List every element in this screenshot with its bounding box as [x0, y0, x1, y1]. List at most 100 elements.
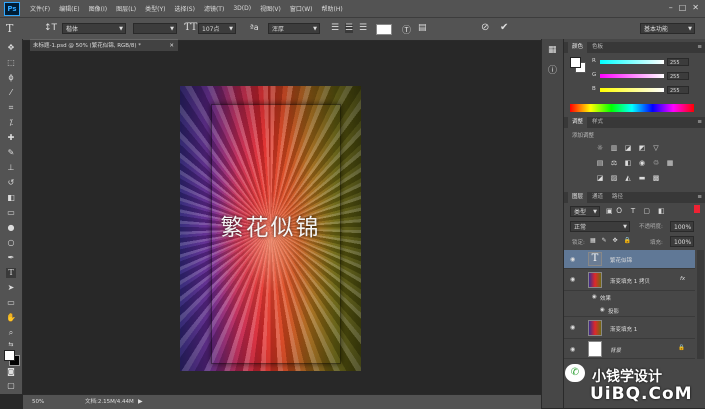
color-balance-icon[interactable]: ⚖	[610, 159, 618, 167]
brightness-icon[interactable]: ☼	[596, 144, 604, 152]
canvas-title-text[interactable]: 繁花似锦	[180, 208, 361, 242]
brush-tool-icon[interactable]: ✎	[6, 148, 16, 158]
history-panel-icon[interactable]: ▦	[548, 45, 557, 55]
lock-icons[interactable]: ▦ ✎ ✥ 🔒	[590, 237, 633, 244]
crop-tool-icon[interactable]: ⌗	[6, 103, 16, 113]
history-brush-tool-icon[interactable]: ↺	[6, 178, 16, 188]
warp-text-icon[interactable]: Ⓣ	[402, 23, 411, 36]
screen-mode-icon[interactable]: ▢	[6, 381, 16, 391]
panel-menu-icon[interactable]: ≡	[697, 42, 702, 53]
visibility-eye-icon[interactable]: ◉	[570, 324, 575, 331]
align-left-icon[interactable]: ☰	[331, 23, 339, 33]
layer-effect-shadow-row[interactable]: ◉ 投影	[564, 304, 695, 317]
text-color-swatch[interactable]	[376, 24, 392, 35]
healing-brush-tool-icon[interactable]: ✚	[6, 133, 16, 143]
quick-mask-icon[interactable]: ◙	[6, 367, 16, 377]
text-orientation-icon[interactable]: ↕T	[44, 23, 57, 33]
color-spectrum-bar[interactable]	[570, 104, 694, 112]
blur-tool-icon[interactable]: ●	[6, 223, 16, 233]
effects-eye-icon[interactable]: ◉	[592, 294, 597, 300]
workspace-select[interactable]: 基本功能 ▼	[640, 23, 695, 34]
panel-menu-icon[interactable]: ≡	[697, 117, 702, 128]
invert-icon[interactable]: ◪	[596, 174, 604, 182]
swap-colors-icon[interactable]: ⇆	[6, 340, 16, 350]
font-style-select[interactable]: ▼	[133, 23, 177, 34]
document-tab[interactable]: 未标题-1.psd @ 50% (繁花似锦, RGB/8) * ✕	[30, 39, 178, 51]
filter-icons[interactable]: ▣Ｏ T ▢ ◧	[606, 206, 668, 216]
visibility-eye-icon[interactable]: ◉	[570, 276, 575, 283]
menu-file[interactable]: 文件(F)	[30, 4, 50, 13]
vibrance-icon[interactable]: ▽	[652, 144, 660, 152]
character-panel-icon[interactable]: ▤	[418, 23, 427, 33]
layer-row-gradient-copy[interactable]: ◉ 渐变填充 1 拷贝 fx	[564, 269, 695, 291]
visibility-eye-icon[interactable]: ◉	[570, 256, 575, 263]
layer-kind-filter[interactable]: 类型 ▼	[570, 206, 600, 217]
menu-help[interactable]: 帮助(H)	[322, 4, 343, 13]
tab-color[interactable]: 颜色	[568, 42, 588, 53]
b-value[interactable]: 255	[667, 86, 689, 94]
foreground-color-swatch[interactable]	[4, 350, 15, 361]
path-selection-tool-icon[interactable]: ➤	[6, 283, 16, 293]
font-size-select[interactable]: 107点 ▼	[198, 23, 236, 34]
align-center-icon[interactable]: ☰	[345, 23, 354, 33]
cancel-icon[interactable]: ⊘	[481, 22, 489, 33]
menu-window[interactable]: 窗口(W)	[290, 4, 313, 13]
zoom-tool-icon[interactable]: ⌕	[6, 328, 16, 338]
document-image[interactable]: 繁花似锦	[180, 86, 361, 371]
tab-layers[interactable]: 图层	[568, 192, 588, 203]
tab-channels[interactable]: 通道	[588, 192, 607, 203]
channel-mixer-icon[interactable]: ♲	[652, 159, 660, 167]
tab-styles[interactable]: 样式	[588, 117, 607, 128]
filter-toggle-icon[interactable]	[694, 205, 700, 213]
font-family-select[interactable]: 楷体 ▼	[62, 23, 126, 34]
visibility-eye-icon[interactable]: ◉	[570, 346, 575, 353]
close-icon[interactable]: ✕	[692, 3, 699, 12]
r-value[interactable]: 255	[667, 58, 689, 66]
gradient-map-icon[interactable]: ▬	[638, 174, 646, 182]
exposure-icon[interactable]: ◩	[638, 144, 646, 152]
menu-view[interactable]: 视图(V)	[260, 4, 281, 13]
align-right-icon[interactable]: ☰	[359, 23, 367, 33]
black-white-icon[interactable]: ◧	[624, 159, 632, 167]
type-tool-preset-icon[interactable]: T	[6, 22, 13, 35]
clone-stamp-tool-icon[interactable]: ⊥	[6, 163, 16, 173]
posterize-icon[interactable]: ▨	[610, 174, 618, 182]
type-tool-icon[interactable]: T	[6, 268, 16, 278]
tab-paths[interactable]: 路径	[608, 192, 627, 203]
color-lookup-icon[interactable]: ▦	[666, 159, 674, 167]
move-tool-icon[interactable]: ✥	[6, 43, 16, 53]
hue-saturation-icon[interactable]: ▤	[596, 159, 604, 167]
zoom-level[interactable]: 50%	[32, 395, 44, 409]
fill-input[interactable]: 100%	[670, 236, 694, 247]
layers-scrollbar[interactable]	[697, 250, 704, 359]
hand-tool-icon[interactable]: ✋	[6, 313, 16, 323]
commit-check-icon[interactable]: ✔	[500, 22, 508, 33]
quick-select-tool-icon[interactable]: ⁄	[6, 88, 16, 98]
properties-panel-icon[interactable]: ⓘ	[548, 63, 557, 76]
pen-tool-icon[interactable]: ✒	[6, 253, 16, 263]
layer-effects-row[interactable]: ◉ 效果	[564, 291, 695, 304]
menu-layer[interactable]: 图层(L)	[116, 4, 136, 13]
marquee-tool-icon[interactable]: ⬚	[6, 58, 16, 68]
rectangle-tool-icon[interactable]: ▭	[6, 298, 16, 308]
fx-icon[interactable]: fx	[680, 276, 685, 282]
gradient-tool-icon[interactable]: ▭	[6, 208, 16, 218]
b-slider[interactable]	[600, 88, 664, 92]
g-slider[interactable]	[600, 74, 664, 78]
selective-color-icon[interactable]: ▩	[652, 174, 660, 182]
r-slider[interactable]	[600, 60, 664, 64]
color-fg-swatch[interactable]	[570, 57, 581, 68]
menu-select[interactable]: 选择(S)	[174, 4, 195, 13]
menu-image[interactable]: 图像(I)	[89, 4, 107, 13]
minimize-icon[interactable]: –	[669, 3, 673, 12]
tab-swatches[interactable]: 色板	[588, 42, 607, 53]
dodge-tool-icon[interactable]: ○	[6, 238, 16, 248]
maximize-icon[interactable]: □	[679, 3, 687, 12]
eyedropper-tool-icon[interactable]: ⁒	[6, 118, 16, 128]
g-value[interactable]: 255	[667, 72, 689, 80]
curves-icon[interactable]: ◪	[624, 144, 632, 152]
menu-edit[interactable]: 编辑(E)	[59, 4, 79, 13]
levels-icon[interactable]: ▥	[610, 144, 618, 152]
photo-filter-icon[interactable]: ◉	[638, 159, 646, 167]
layer-row-background[interactable]: ◉ 背景 🔒	[564, 339, 695, 359]
